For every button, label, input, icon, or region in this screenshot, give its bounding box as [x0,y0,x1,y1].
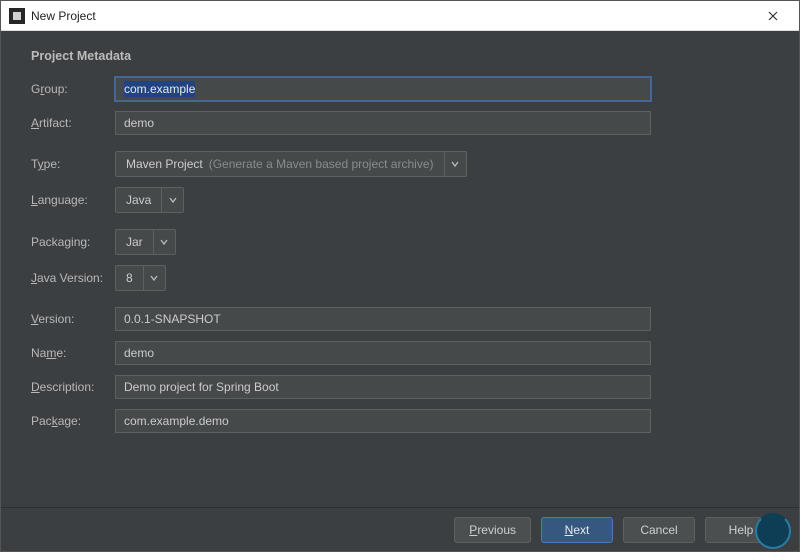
language-select-value: Java [126,193,151,207]
type-select-hint: (Generate a Maven based project archive) [209,157,434,171]
language-label: Language: [31,193,115,207]
chevron-down-icon[interactable] [161,188,183,212]
package-label: Package: [31,414,115,428]
version-label: Version: [31,312,115,326]
new-project-dialog: New Project Project Metadata Group: com.… [0,0,800,552]
app-icon [9,8,25,24]
content-area: Project Metadata Group: com.example Arti… [1,31,799,507]
type-label: Type: [31,157,115,171]
java-version-select-value: 8 [126,271,133,285]
type-select-value: Maven Project [126,157,203,171]
language-select[interactable]: Java [115,187,184,213]
section-title: Project Metadata [31,49,769,63]
packaging-select-value: Jar [126,235,143,249]
package-input[interactable] [115,409,651,433]
dialog-footer: Previous Next Cancel Help [1,507,799,551]
close-button[interactable] [755,1,791,31]
progress-ring-icon [755,513,791,549]
description-input[interactable] [115,375,651,399]
previous-button[interactable]: Previous [454,517,531,543]
type-select[interactable]: Maven Project (Generate a Maven based pro… [115,151,467,177]
group-input-value: com.example [124,81,195,97]
version-input[interactable] [115,307,651,331]
next-button[interactable]: Next [541,517,613,543]
java-version-label: Java Version: [31,271,115,285]
window-title: New Project [31,9,755,23]
group-label: Group: [31,82,115,96]
name-label: Name: [31,346,115,360]
name-input[interactable] [115,341,651,365]
dialog-body: Project Metadata Group: com.example Arti… [1,31,799,551]
titlebar: New Project [1,1,799,31]
artifact-label: Artifact: [31,116,115,130]
chevron-down-icon[interactable] [153,230,175,254]
chevron-down-icon[interactable] [444,152,466,176]
cancel-button[interactable]: Cancel [623,517,695,543]
description-label: Description: [31,380,115,394]
chevron-down-icon[interactable] [143,266,165,290]
group-input[interactable]: com.example [115,77,651,101]
artifact-input[interactable] [115,111,651,135]
java-version-select[interactable]: 8 [115,265,166,291]
packaging-label: Packaging: [31,235,115,249]
packaging-select[interactable]: Jar [115,229,176,255]
